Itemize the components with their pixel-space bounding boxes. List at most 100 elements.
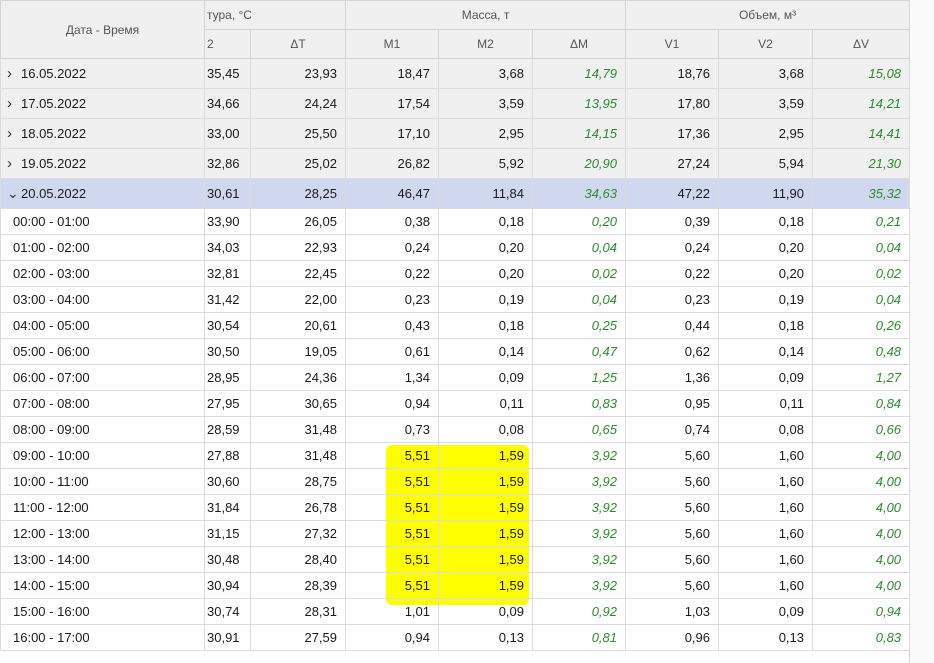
cell-value: 3,68 xyxy=(778,66,805,81)
cell-value: 1,59 xyxy=(498,578,525,593)
cell-T: 28,31 xyxy=(249,598,347,625)
cell-value: 3,92 xyxy=(591,448,618,463)
vertical-scroll-area[interactable] xyxy=(909,0,934,663)
table-row[interactable]: 02:00 - 03:00 32,81 22,45 0,22 0,20 0,02 0,22 0… xyxy=(0,260,911,287)
cell-value: 28,25 xyxy=(304,186,338,201)
table-row[interactable]: 05:00 - 06:00 30,50 19,05 0,61 0,14 0,47 0,62 0… xyxy=(0,338,911,365)
cell-value: 0,13 xyxy=(498,630,525,645)
cell-value: 0,94 xyxy=(404,630,431,645)
cell-V1: 0,62 xyxy=(625,338,720,365)
cell-value: 3,92 xyxy=(591,526,618,541)
header-datetime[interactable]: Дата - Время xyxy=(0,0,205,59)
cell-value: 0,47 xyxy=(591,344,618,359)
cell-value: 5,51 xyxy=(404,500,431,515)
header-temperature-group[interactable]: тура, °C xyxy=(203,0,347,30)
cell-V1: 0,24 xyxy=(625,234,720,261)
cell-M: 0,25 xyxy=(532,312,627,339)
group-row[interactable]: › 17.05.2022 34,66 24,24 17,54 3,59 13,95 17,80… xyxy=(0,88,911,119)
cell-value: 0,20 xyxy=(778,240,805,255)
table-row[interactable]: 13:00 - 14:00 30,48 28,40 5,51 1,59 3,92 5,60 1… xyxy=(0,546,911,573)
group-row[interactable]: › 18.05.2022 33,00 25,50 17,10 2,95 14,15 17,36… xyxy=(0,118,911,149)
group-row[interactable]: › 19.05.2022 32,86 25,02 26,82 5,92 20,90 27,24… xyxy=(0,148,911,179)
table-row[interactable]: 08:00 - 09:00 28,59 31,48 0,73 0,08 0,65 0,74 0… xyxy=(0,416,911,443)
cell-value: 5,60 xyxy=(684,500,711,515)
row-label: 00:00 - 01:00 xyxy=(13,214,90,229)
table-row[interactable]: 11:00 - 12:00 31,84 26,78 5,51 1,59 3,92 5,60 1… xyxy=(0,494,911,521)
cell-value: 0,02 xyxy=(591,266,618,281)
cell-T: 31,48 xyxy=(249,416,347,443)
cell-M1: 1,01 xyxy=(345,598,440,625)
cell-M: 1,25 xyxy=(532,364,627,391)
cell-value: 0,23 xyxy=(684,292,711,307)
cell-V: 0,94 xyxy=(812,598,911,625)
cell-value: 32,81 xyxy=(207,266,240,281)
cell-value: 25,50 xyxy=(304,126,338,141)
cell-M2: 0,11 xyxy=(438,390,534,417)
cell-V1: 5,60 xyxy=(625,572,720,599)
chevron-right-icon[interactable]: › xyxy=(7,155,21,172)
header-col-1[interactable]: ΔT xyxy=(249,29,347,59)
cell-V2: 11,90 xyxy=(718,178,814,209)
cell-value: 17,80 xyxy=(677,96,711,111)
header-col-5[interactable]: V1 xyxy=(625,29,720,59)
header-col-7[interactable]: ΔV xyxy=(812,29,911,59)
table-row[interactable]: 16:00 - 17:00 30,91 27,59 0,94 0,13 0,81 0,96 0… xyxy=(0,624,911,651)
cell-value: 5,51 xyxy=(404,526,431,541)
cell-value: 0,25 xyxy=(591,318,618,333)
table-row[interactable]: 09:00 - 10:00 27,88 31,48 5,51 1,59 3,92 5,60 1… xyxy=(0,442,911,469)
cell-value: 1,60 xyxy=(778,578,805,593)
cell-value: 14,15 xyxy=(584,126,618,141)
cell-V2: 1,60 xyxy=(718,520,814,547)
cell-value: 0,20 xyxy=(778,266,805,281)
table-row[interactable]: 10:00 - 11:00 30,60 28,75 5,51 1,59 3,92 5,60 1… xyxy=(0,468,911,495)
table-row[interactable]: 14:00 - 15:00 30,94 28,39 5,51 1,59 3,92 5,60 1… xyxy=(0,572,911,599)
table-row[interactable]: 15:00 - 16:00 30,74 28,31 1,01 0,09 0,92 1,03 0… xyxy=(0,598,911,625)
cell-value: 0,95 xyxy=(684,396,711,411)
chevron-down-icon[interactable]: ⌄ xyxy=(7,185,21,202)
group-row[interactable]: › 16.05.2022 35,45 23,93 18,47 3,68 14,79 18,76… xyxy=(0,58,911,89)
cell-V2: 0,11 xyxy=(718,390,814,417)
cell-M1: 1,34 xyxy=(345,364,440,391)
data-grid[interactable]: Дата - Время тура, °C Масса, т Объем, м³… xyxy=(0,0,934,663)
cell-M1: 0,73 xyxy=(345,416,440,443)
header-volume-group[interactable]: Объем, м³ xyxy=(625,0,911,30)
cell-value: 30,54 xyxy=(207,318,240,333)
chevron-right-icon[interactable]: › xyxy=(7,65,21,82)
group-row[interactable]: ⌄ 20.05.2022 30,61 28,25 46,47 11,84 34,63 47,2… xyxy=(0,178,911,209)
cell-T: 23,93 xyxy=(249,58,347,89)
group-date-cell: ⌄ 20.05.2022 xyxy=(0,178,205,209)
cell-T: 28,39 xyxy=(249,572,347,599)
cell-M2: 0,18 xyxy=(438,312,534,339)
table-row[interactable]: 07:00 - 08:00 27,95 30,65 0,94 0,11 0,83 0,95 0… xyxy=(0,390,911,417)
table-row[interactable]: 00:00 - 01:00 33,90 26,05 0,38 0,18 0,20 0,39 0… xyxy=(0,208,911,235)
chevron-right-icon[interactable]: › xyxy=(7,125,21,142)
table-row[interactable]: 01:00 - 02:00 34,03 22,93 0,24 0,20 0,04 0,24 0… xyxy=(0,234,911,261)
cell-value: 1,27 xyxy=(875,370,902,385)
table-body: › 16.05.2022 35,45 23,93 18,47 3,68 14,79 18,76… xyxy=(0,58,911,651)
header-col-2[interactable]: M1 xyxy=(345,29,440,59)
table-row[interactable]: 12:00 - 13:00 31,15 27,32 5,51 1,59 3,92 5,60 1… xyxy=(0,520,911,547)
hour-range-cell: 16:00 - 17:00 xyxy=(0,624,205,651)
chevron-right-icon[interactable]: › xyxy=(7,95,21,112)
header-mass-group[interactable]: Масса, т xyxy=(345,0,627,30)
header-col-3[interactable]: M2 xyxy=(438,29,534,59)
hour-range-cell: 02:00 - 03:00 xyxy=(0,260,205,287)
cell-value: 0,20 xyxy=(498,266,525,281)
header-col-4[interactable]: ΔM xyxy=(532,29,627,59)
cell-value: 5,51 xyxy=(404,448,431,463)
table-row[interactable]: 03:00 - 04:00 31,42 22,00 0,23 0,19 0,04 0,23 0… xyxy=(0,286,911,313)
cell-value: 31,15 xyxy=(207,526,240,541)
cell-V: 0,04 xyxy=(812,286,911,313)
cell-value: 24,24 xyxy=(304,96,338,111)
cell-value: 30,74 xyxy=(207,604,240,619)
table-row[interactable]: 06:00 - 07:00 28,95 24,36 1,34 0,09 1,25 1,36 0… xyxy=(0,364,911,391)
table-row[interactable]: 04:00 - 05:00 30,54 20,61 0,43 0,18 0,25 0,44 0… xyxy=(0,312,911,339)
cell-M1: 18,47 xyxy=(345,58,440,89)
cell-V: 0,02 xyxy=(812,260,911,287)
cell-2temp: 30,91 xyxy=(204,624,251,651)
cell-value: 0,18 xyxy=(498,214,525,229)
cell-V2: 1,60 xyxy=(718,442,814,469)
header-col-6[interactable]: V2 xyxy=(718,29,814,59)
header-col-0[interactable]: 2 xyxy=(204,29,251,59)
cell-value: 27,59 xyxy=(304,630,338,645)
